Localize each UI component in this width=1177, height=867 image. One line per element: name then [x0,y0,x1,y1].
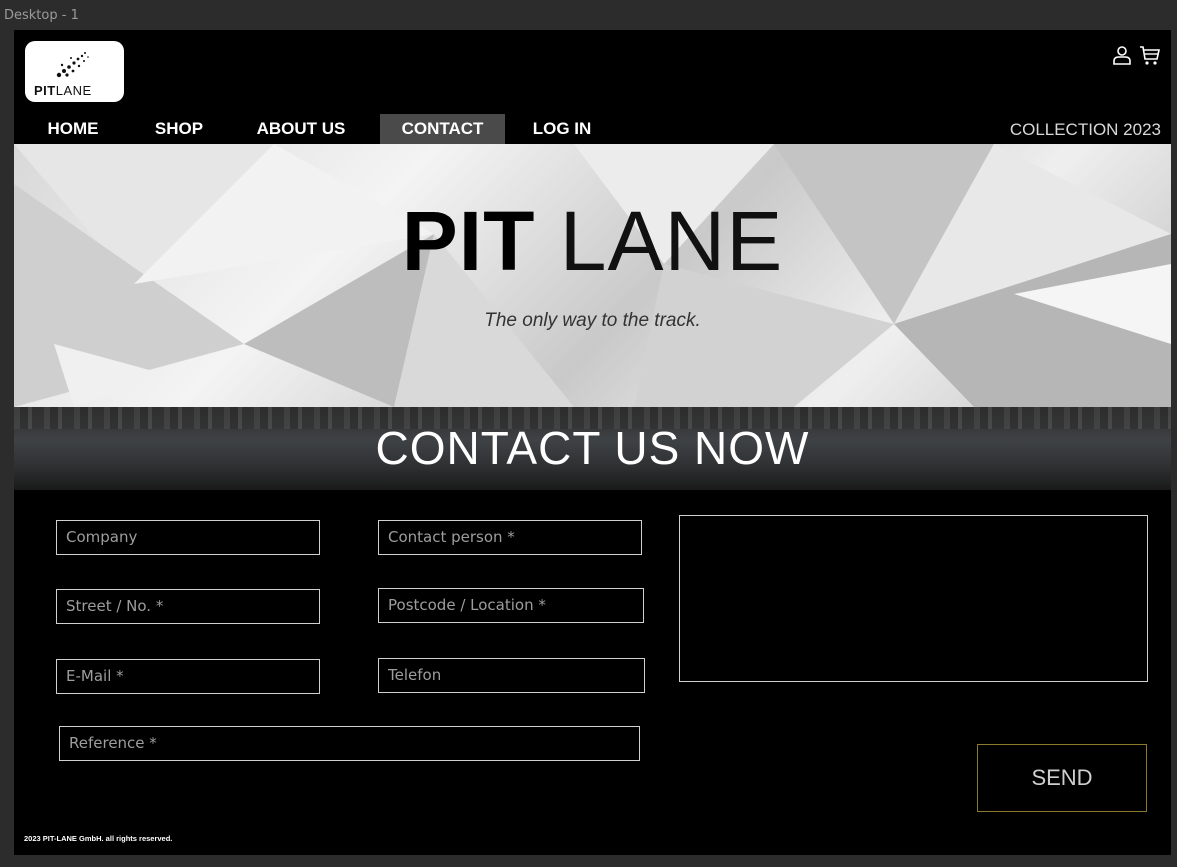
cart-icon[interactable] [1139,44,1161,66]
hero-title: PIT LANE [401,194,784,288]
contact-title: CONTACT US NOW [375,422,810,474]
collection-label[interactable]: COLLECTION 2023 [1010,114,1161,144]
telefon-input[interactable]: Telefon [378,658,645,693]
nav-log-in[interactable]: LOG IN [522,114,602,144]
user-icon[interactable] [1111,44,1133,66]
hero-banner: PIT LANE The only way to the track. [14,144,1171,407]
logo-text: PITLANE [34,83,92,98]
reference-input[interactable]: Reference * [59,726,640,761]
footer-copyright: 2023 PIT-LANE GmbH. all rights reserved. [24,834,173,843]
logo-mark-icon [56,52,89,78]
header-icons [1111,44,1161,66]
postcode-input[interactable]: Postcode / Location * [378,588,644,623]
email-input[interactable]: E-Mail * [56,659,320,694]
frame-label: Desktop - 1 [4,8,79,23]
main-nav: HOME SHOP ABOUT US CONTACT LOG IN [14,114,1171,144]
contact-person-input[interactable]: Contact person * [378,520,642,555]
street-input[interactable]: Street / No. * [56,589,320,624]
send-button[interactable]: SEND [977,744,1147,812]
message-textarea[interactable] [679,515,1148,682]
nav-contact[interactable]: CONTACT [380,114,505,144]
desktop-frame: PITLANE HOME SHOP ABOUT US CONTACT LOG I… [14,30,1171,855]
hero-subtitle: The only way to the track. [484,310,701,331]
company-input[interactable]: Company [56,520,320,555]
logo[interactable]: PITLANE [25,41,124,102]
nav-shop[interactable]: SHOP [142,114,216,144]
nav-about-us[interactable]: ABOUT US [244,114,358,144]
contact-banner: CONTACT US NOW [14,407,1171,490]
nav-home[interactable]: HOME [30,114,116,144]
